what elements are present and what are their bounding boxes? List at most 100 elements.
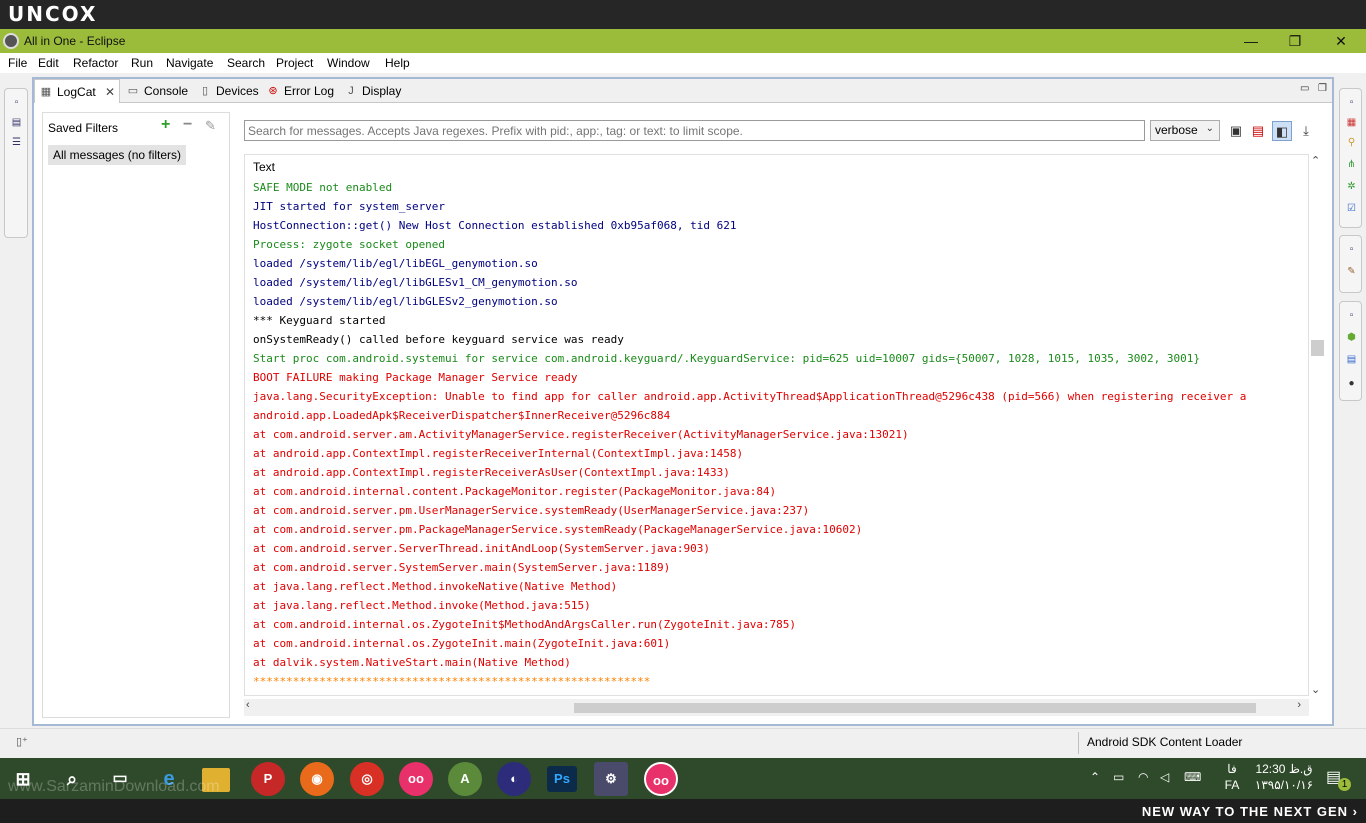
scroll-left-icon[interactable]: ‹ <box>246 699 250 711</box>
scroll-lock-icon[interactable]: ⤓ <box>1296 121 1316 141</box>
scroll-up-icon[interactable]: ⌃ <box>1311 154 1320 167</box>
tray-chevron-icon[interactable]: ⌃ <box>1090 770 1100 784</box>
search-input[interactable] <box>244 120 1145 141</box>
hierarchy-icon[interactable]: ▤ <box>11 117 22 128</box>
maximize-view-icon[interactable]: ❐ <box>1318 83 1327 94</box>
toggle-filters-icon[interactable]: ◧ <box>1272 121 1292 141</box>
log-line[interactable]: BOOT FAILURE making Package Manager Serv… <box>245 368 1308 387</box>
system-clock[interactable]: 12:30 ق.ظ ۱۳۹۵/۱۰/۱۶ <box>1254 761 1314 793</box>
maximize-button[interactable]: ❐ <box>1280 31 1310 51</box>
log-line[interactable]: HostConnection::get() New Host Connectio… <box>245 216 1308 235</box>
chrome-icon[interactable]: ◎ <box>350 762 384 796</box>
log-line[interactable]: SAFE MODE not enabled <box>245 178 1308 197</box>
horizontal-scrollbar[interactable]: ‹ › <box>244 699 1309 716</box>
input-language[interactable]: فا FA <box>1222 761 1242 793</box>
remove-filter-button[interactable]: − <box>183 116 192 134</box>
log-line[interactable]: at com.android.server.ServerThread.initA… <box>245 539 1308 558</box>
log-line[interactable]: java.lang.SecurityException: Unable to f… <box>245 387 1308 406</box>
log-line[interactable]: android.app.LoadedApk$ReceiverDispatcher… <box>245 406 1308 425</box>
tab-error-log[interactable]: ⊛ Error Log <box>262 79 338 103</box>
keyboard-icon[interactable]: ⌨ <box>1184 770 1201 784</box>
log-line[interactable]: at dalvik.system.NativeStart.main(Native… <box>245 653 1308 672</box>
log-line[interactable]: loaded /system/lib/egl/libEGL_genymotion… <box>245 254 1308 273</box>
log-line[interactable]: *** Keyguard started <box>245 311 1308 330</box>
log-line[interactable]: at com.android.server.pm.UserManagerServ… <box>245 501 1308 520</box>
restore-icon[interactable]: ▫ <box>1346 97 1357 108</box>
log-line[interactable]: at com.android.internal.os.ZygoteInit.ma… <box>245 634 1308 653</box>
column-header-text[interactable]: Text <box>253 160 275 174</box>
log-line[interactable]: at com.android.internal.os.ZygoteInit$Me… <box>245 615 1308 634</box>
scroll-down-icon[interactable]: ⌄ <box>1311 683 1320 696</box>
log-line[interactable]: at android.app.ContextImpl.registerRecei… <box>245 444 1308 463</box>
minimize-view-icon[interactable]: ▭ <box>1300 83 1309 94</box>
volume-icon[interactable]: ◁ <box>1160 770 1169 784</box>
log-line[interactable]: at com.android.server.pm.PackageManagerS… <box>245 520 1308 539</box>
emulator-control-icon[interactable]: ✲ <box>1346 181 1357 192</box>
tab-display[interactable]: J Display <box>340 79 406 103</box>
menu-search[interactable]: Search <box>227 56 265 70</box>
menu-edit[interactable]: Edit <box>38 56 59 70</box>
layout-icon[interactable]: ▤ <box>1346 354 1357 365</box>
minimize-button[interactable]: — <box>1236 31 1266 51</box>
log-line[interactable]: Error writing [on] to /sys/power/state: … <box>245 691 1308 695</box>
log-line[interactable]: at java.lang.reflect.Method.invokeNative… <box>245 577 1308 596</box>
outline-icon[interactable]: ☰ <box>11 137 22 148</box>
log-line[interactable]: at com.android.server.SystemServer.main(… <box>245 558 1308 577</box>
firefox-icon[interactable]: ◉ <box>300 762 334 796</box>
log-line[interactable]: Start proc com.android.systemui for serv… <box>245 349 1308 368</box>
vertical-scrollbar[interactable]: ⌃ ⌄ <box>1309 154 1325 696</box>
vertical-scroll-thumb[interactable] <box>1311 340 1324 356</box>
restore-icon[interactable]: ▫ <box>1346 244 1357 255</box>
eclipse-all-in-one-icon[interactable]: ⚙ <box>594 762 628 796</box>
log-line[interactable]: loaded /system/lib/egl/libGLESv1_CM_geny… <box>245 273 1308 292</box>
log-line[interactable]: at com.android.internal.content.PackageM… <box>245 482 1308 501</box>
notes-icon[interactable]: ✎ <box>1346 266 1357 277</box>
log-line[interactable]: onSystemReady() called before keyguard s… <box>245 330 1308 349</box>
wifi-icon[interactable]: ◠ <box>1138 770 1148 784</box>
clear-log-icon[interactable]: ▤ <box>1248 121 1268 141</box>
psiphon-icon[interactable]: P <box>251 762 285 796</box>
tasks-icon[interactable]: ☑ <box>1346 203 1357 214</box>
log-line[interactable]: loaded /system/lib/egl/libGLESv2_genymot… <box>245 292 1308 311</box>
log-line[interactable]: ****************************************… <box>245 672 1308 691</box>
log-line[interactable]: at java.lang.reflect.Method.invoke(Metho… <box>245 596 1308 615</box>
genymotion-player-icon[interactable]: oo <box>644 762 678 796</box>
menu-project[interactable]: Project <box>276 56 313 70</box>
file-explorer-icon[interactable]: ⋔ <box>1346 159 1357 170</box>
log-line[interactable]: at android.app.ContextImpl.registerRecei… <box>245 463 1308 482</box>
terminal-icon[interactable]: ● <box>1346 378 1357 389</box>
threads-icon[interactable]: ⚲ <box>1346 137 1357 148</box>
tab-devices[interactable]: ▯ Devices <box>194 79 260 103</box>
menu-help[interactable]: Help <box>385 56 410 70</box>
menu-run[interactable]: Run <box>131 56 153 70</box>
fast-view-icon[interactable]: ▯⁺ <box>16 735 28 748</box>
heap-icon[interactable]: ▦ <box>1346 117 1357 128</box>
scroll-right-icon[interactable]: › <box>1297 699 1301 711</box>
log-line[interactable]: Process: zygote socket opened <box>245 235 1308 254</box>
photoshop-icon[interactable]: Ps <box>547 766 577 792</box>
battery-icon[interactable]: ▭ <box>1113 770 1124 784</box>
log-line[interactable]: JIT started for system_server <box>245 197 1308 216</box>
tab-logcat[interactable]: ▦ LogCat ✕ <box>34 79 120 103</box>
save-icon[interactable]: ▣ <box>1226 121 1246 141</box>
genymotion-icon[interactable]: oo <box>399 762 433 796</box>
menu-file[interactable]: File <box>8 56 27 70</box>
log-line[interactable]: at com.android.server.am.ActivityManager… <box>245 425 1308 444</box>
menu-navigate[interactable]: Navigate <box>166 56 213 70</box>
add-filter-button[interactable]: + <box>161 116 170 134</box>
close-button[interactable]: ✕ <box>1326 31 1356 51</box>
edit-filter-button[interactable]: ✎ <box>205 118 216 134</box>
eclipse-icon[interactable]: ◐ <box>497 762 531 796</box>
log-message-table[interactable]: Text SAFE MODE not enabled JIT started fo… <box>244 154 1309 696</box>
menu-refactor[interactable]: Refactor <box>73 56 118 70</box>
android-icon[interactable]: ⬢ <box>1346 332 1357 343</box>
android-studio-icon[interactable]: A <box>448 762 482 796</box>
menu-window[interactable]: Window <box>327 56 370 70</box>
filter-item-all-messages[interactable]: All messages (no filters) <box>48 145 187 165</box>
restore-icon[interactable]: ▫ <box>11 97 22 108</box>
restore-icon[interactable]: ▫ <box>1346 310 1357 321</box>
log-level-select[interactable]: verbose ⌄ <box>1150 120 1220 141</box>
horizontal-scroll-thumb[interactable] <box>574 703 1256 713</box>
close-icon[interactable]: ✕ <box>105 80 115 104</box>
tab-console[interactable]: ▭ Console <box>122 79 192 103</box>
